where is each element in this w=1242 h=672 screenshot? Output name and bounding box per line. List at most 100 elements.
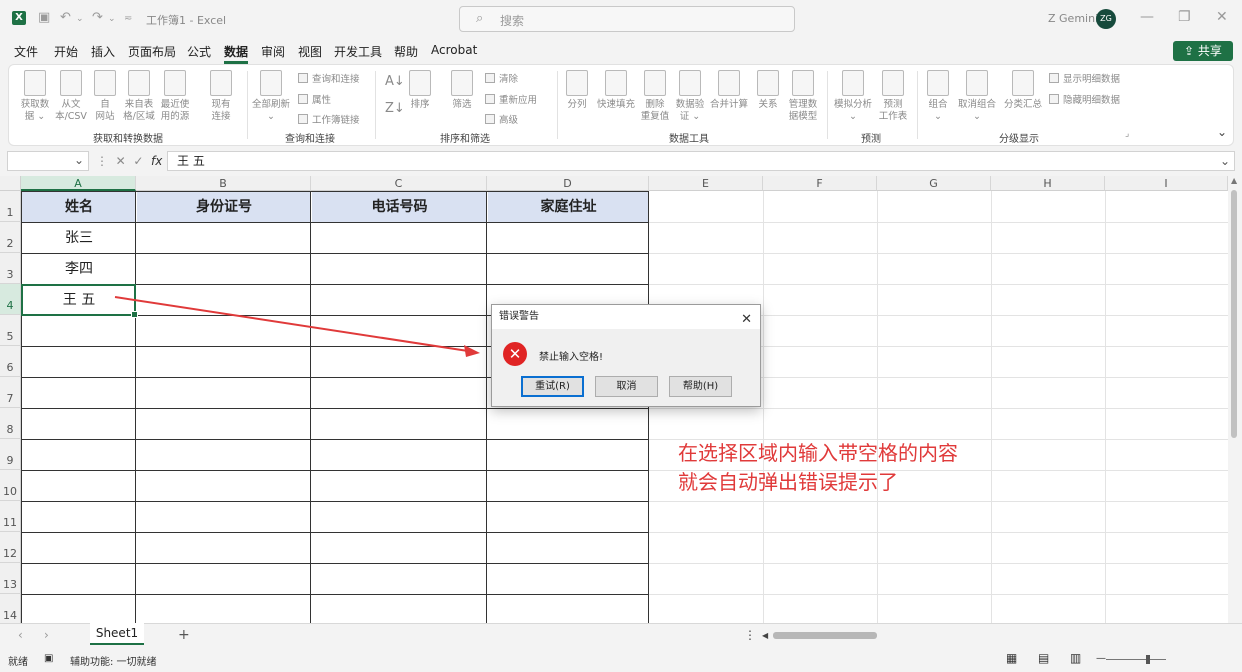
scrollbar-thumb[interactable] [1231,190,1237,438]
share-button[interactable]: ⇪ 共享 [1173,41,1233,61]
error-icon: ✕ [503,342,527,366]
page-break-view-icon[interactable]: ▥ [1070,651,1081,665]
user-name[interactable]: Z Gemini [1048,12,1098,25]
formula-input[interactable]: 王 五 ⌄ [167,151,1235,171]
normal-view-icon[interactable]: ▦ [1006,651,1017,665]
manage-data-model-label: 管理数 据模型 [788,99,818,122]
menu-home[interactable]: 开始 [54,43,78,60]
redo-dropdown-icon[interactable]: ⌄ [108,14,116,24]
zoom-slider-track[interactable] [1106,659,1166,660]
menu-page-layout[interactable]: 页面布局 [128,43,176,60]
properties-button[interactable]: 属性 [298,92,331,106]
menu-developer[interactable]: 开发工具 [334,43,382,60]
restore-icon[interactable]: ❐ [1178,9,1191,25]
collapse-ribbon-icon[interactable]: ⌄ [1217,125,1227,139]
existing-connections-button[interactable]: 现有 连接 [203,70,239,123]
filter-button[interactable]: 筛选 [449,70,475,111]
cancel-button[interactable]: 取消 [595,376,658,397]
scroll-left-icon[interactable]: ◀ [762,631,768,640]
workbook-links-button[interactable]: 工作簿链接 [298,112,360,126]
more-icon[interactable]: ⋮ [96,154,108,168]
refresh-all-button[interactable]: 全部刷新 ⌄ [249,70,293,123]
ungroup-button[interactable]: 取消组合 ⌄ [955,70,999,123]
show-detail-button[interactable]: 显示明细数据 [1049,71,1120,85]
from-web-label: 自 网站 [95,99,115,122]
scroll-up-icon[interactable]: ▲ [1231,176,1237,185]
next-sheet-icon[interactable]: › [44,628,49,642]
search-box[interactable]: ⌕ 搜索 [459,6,795,32]
database-icon [24,70,46,96]
redo-icon[interactable]: ↷ [92,10,103,25]
subtotal-button[interactable]: 分类汇总 [1001,70,1045,111]
from-text-csv-button[interactable]: 从文 本/CSV [53,70,89,123]
hide-detail-button[interactable]: 隐藏明细数据 [1049,92,1120,106]
enter-icon[interactable]: ✓ [133,154,143,168]
group-separator [917,71,918,139]
text-file-icon [60,70,82,96]
sheet-tab-sheet1[interactable]: Sheet1 [90,623,144,645]
zoom-out-icon[interactable]: — [1096,653,1106,664]
from-web-button[interactable]: 自 网站 [89,70,121,123]
clear-filter-button[interactable]: 清除 [485,71,518,85]
dialog-launcher-icon[interactable]: ⌟ [1125,129,1129,139]
recent-sources-button[interactable]: 最近使 用的源 [157,70,193,123]
customize-qat-icon[interactable]: ≂ [124,13,132,24]
vertical-scrollbar[interactable]: ▲ [1228,176,1242,623]
name-box[interactable]: ⌄ [7,151,89,171]
menu-acrobat[interactable]: Acrobat [431,43,477,57]
menu-file[interactable]: 文件 [14,43,38,60]
relationships-label: 关系 [758,99,778,110]
flash-fill-button[interactable]: 快速填充 [594,70,638,111]
undo-dropdown-icon[interactable]: ⌄ [76,14,84,24]
help-button[interactable]: 帮助(H) [669,376,732,397]
minimize-icon[interactable]: — [1140,9,1154,25]
more-options-icon[interactable]: ⋮ [744,628,756,642]
menu-view[interactable]: 视图 [298,43,322,60]
page-layout-view-icon[interactable]: ▤ [1038,651,1049,665]
zoom-slider-knob[interactable] [1146,655,1150,664]
forecast-sheet-button[interactable]: 预测 工作表 [875,70,911,123]
close-icon[interactable]: ✕ [1216,9,1228,25]
undo-icon[interactable]: ↶ [60,10,71,25]
relationships-button[interactable]: 关系 [755,70,781,111]
menu-data[interactable]: 数据 [224,43,249,64]
sort-button[interactable]: 排序 [407,70,433,111]
reapply-button[interactable]: 重新应用 [485,92,537,106]
advanced-filter-button[interactable]: 高级 [485,112,518,126]
menu-formulas[interactable]: 公式 [187,43,211,60]
menu-help[interactable]: 帮助 [394,43,418,60]
remove-duplicates-button[interactable]: 删除 重复值 [639,70,671,123]
retry-button[interactable]: 重试(R) [521,376,584,397]
from-table-button[interactable]: 来自表 格/区域 [121,70,157,123]
split-icon [566,70,588,96]
document-title: 工作簿1 - Excel [146,14,227,27]
manage-data-model-button[interactable]: 管理数 据模型 [785,70,821,123]
data-validation-button[interactable]: 数据验 证 ⌄ [673,70,707,123]
queries-connections-button[interactable]: 查询和连接 [298,71,360,85]
add-sheet-icon[interactable]: + [178,627,190,643]
sort-za-icon[interactable]: Z↓ [385,101,405,116]
sort-az-icon[interactable]: A↓ [385,74,405,89]
consolidate-button[interactable]: 合并计算 [707,70,751,111]
dialog-title-text: 错误警告 [499,311,539,322]
dialog-title: 错误警告 ✕ [492,305,760,329]
subtotal-icon [1012,70,1034,96]
macro-record-icon[interactable]: ▣ [44,653,53,664]
recent-sources-label: 最近使 用的源 [160,99,190,122]
share-label: 共享 [1197,44,1222,58]
group-button[interactable]: 组合 ⌄ [923,70,953,123]
horizontal-scrollbar-thumb[interactable] [773,632,877,639]
menu-insert[interactable]: 插入 [91,43,115,60]
menu-review[interactable]: 审阅 [261,43,285,60]
get-data-button[interactable]: 获取数 据 ⌄ [17,70,53,123]
accessibility-status[interactable]: 辅助功能: 一切就绪 [70,653,157,668]
prev-sheet-icon[interactable]: ‹ [18,628,23,642]
expand-formula-icon[interactable]: ⌄ [1220,152,1230,170]
what-if-analysis-button[interactable]: 模拟分析 ⌄ [831,70,875,123]
queries-icon [298,73,308,83]
fx-icon[interactable]: fx [151,154,162,168]
avatar[interactable]: ZG [1096,9,1116,29]
save-icon[interactable]: ▣ [38,10,50,25]
cancel-icon[interactable]: ✕ [116,154,126,168]
text-to-columns-button[interactable]: 分列 [564,70,590,111]
